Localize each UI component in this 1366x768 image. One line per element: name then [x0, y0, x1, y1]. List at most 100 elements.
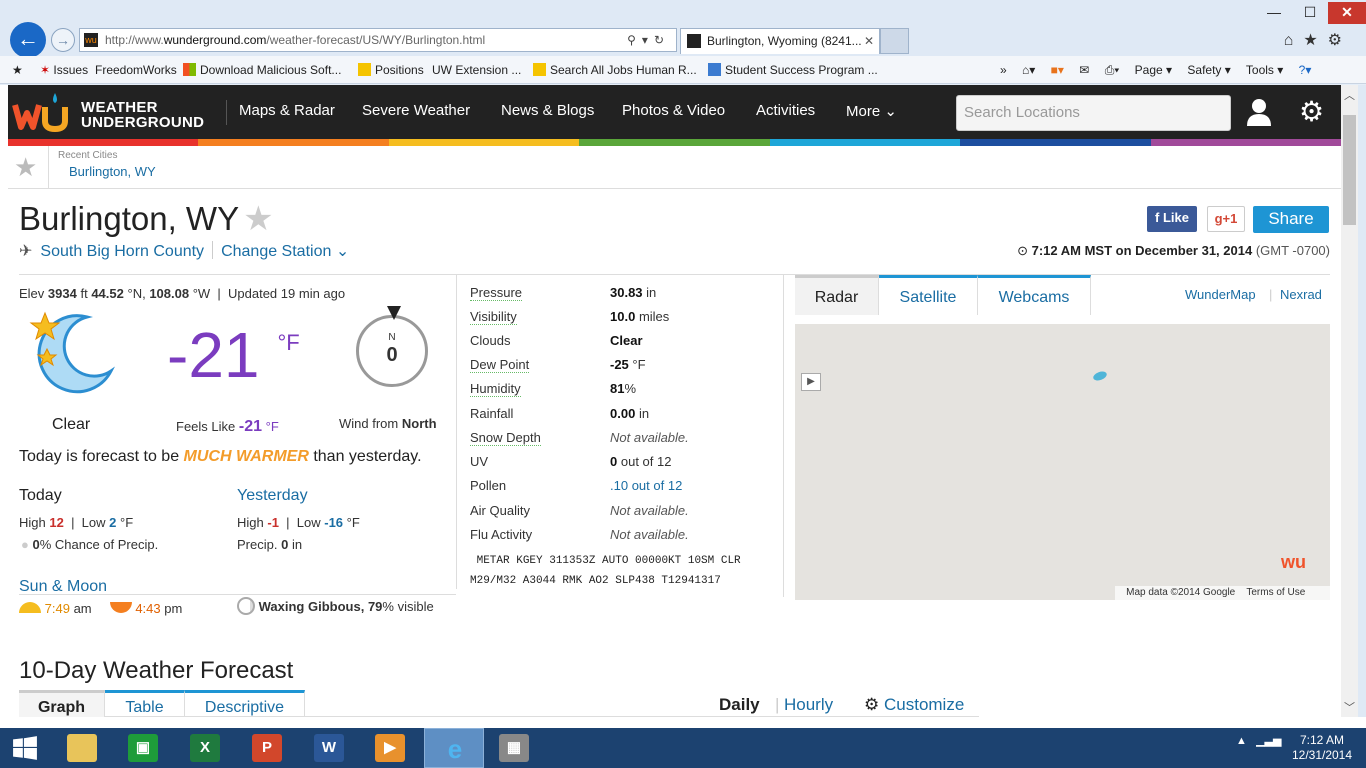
- chevron-right-icon[interactable]: »: [1000, 63, 1007, 77]
- save-location-star-icon[interactable]: ★: [243, 200, 273, 238]
- share-button[interactable]: Share: [1253, 206, 1329, 233]
- url-prefix: http://www.: [105, 33, 164, 47]
- nav-severe-weather[interactable]: Severe Weather: [362, 102, 470, 119]
- internet-explorer-icon[interactable]: e: [424, 728, 484, 768]
- customize-link[interactable]: ⚙ Customize: [864, 695, 964, 715]
- back-button[interactable]: ←: [10, 22, 46, 58]
- yesterday-precip: Precip. 0 in: [237, 537, 303, 552]
- nexrad-link[interactable]: Nexrad: [1280, 287, 1322, 302]
- logo-text[interactable]: WEATHER UNDERGROUND: [81, 100, 204, 130]
- gear-icon[interactable]: ⚙: [1328, 32, 1352, 49]
- url-path: /weather-forecast/US/WY/Burlington.html: [266, 33, 486, 47]
- safety-menu[interactable]: Safety ▾: [1187, 63, 1230, 77]
- stripe-red: [8, 139, 199, 146]
- county-link[interactable]: South Big Horn County: [40, 243, 204, 260]
- settings-gear-icon[interactable]: ⚙: [1299, 97, 1324, 127]
- browser-tools[interactable]: ⌂★⚙: [1284, 30, 1352, 50]
- terms-link[interactable]: Terms of Use: [1246, 587, 1305, 598]
- tools-menu[interactable]: Tools ▾: [1246, 63, 1283, 77]
- favorite-uw-extension[interactable]: UW Extension ...: [432, 56, 521, 84]
- recent-cities-bar: ★ Recent Cities Burlington, WY: [8, 146, 1341, 189]
- close-tab-icon[interactable]: ✕: [864, 29, 874, 53]
- recent-city-link[interactable]: Burlington, WY: [69, 164, 156, 179]
- yesterday-link[interactable]: Yesterday: [237, 487, 308, 505]
- word-icon[interactable]: W: [299, 728, 359, 768]
- favorite-positions[interactable]: Positions: [358, 56, 424, 84]
- color-stripe: [8, 139, 1341, 146]
- print-icon[interactable]: ⎙▾: [1105, 63, 1120, 77]
- station-row: ✈ South Big Horn County Change Station ⌄: [19, 241, 349, 261]
- address-bar[interactable]: wu http://www.wunderground.com/weather-f…: [79, 28, 677, 52]
- map-attribution: Map data ©2014 Google Terms of Use: [1115, 586, 1330, 600]
- google-plus-button[interactable]: g+1: [1207, 206, 1245, 232]
- forward-button[interactable]: →: [51, 28, 75, 52]
- tab-table[interactable]: Table: [105, 690, 185, 717]
- favorite-malicious[interactable]: Download Malicious Soft...: [183, 56, 341, 84]
- favorite-student-success[interactable]: Student Success Program ...: [708, 56, 878, 84]
- clouds-row: Clouds Clear: [470, 333, 643, 348]
- nav-activities[interactable]: Activities: [756, 102, 815, 119]
- windows-start-button[interactable]: [0, 728, 50, 768]
- powerpoint-icon[interactable]: P: [237, 728, 297, 768]
- change-station-link[interactable]: Change Station ⌄: [221, 243, 349, 260]
- metar-text: METAR KGEY 311353Z AUTO 00000KT 10SM CLR…: [470, 555, 741, 587]
- search-input[interactable]: Search Locations: [956, 95, 1231, 131]
- tab-radar[interactable]: Radar: [795, 275, 879, 315]
- tab-favicon: [687, 34, 701, 48]
- column-divider: [456, 275, 457, 589]
- snow-depth-row: Snow Depth Not available.: [470, 430, 689, 446]
- tab-graph[interactable]: Graph: [19, 690, 105, 717]
- close-window-button[interactable]: ✕: [1328, 2, 1366, 24]
- radar-map[interactable]: ▶ wu Map data ©2014 Google Terms of Use: [795, 324, 1330, 600]
- user-icon[interactable]: [1246, 97, 1272, 127]
- nav-photos-video[interactable]: Photos & Video: [622, 102, 725, 119]
- home-icon[interactable]: ⌂▾: [1022, 63, 1035, 77]
- feels-like: Feels Like -21 °F: [176, 418, 279, 435]
- facebook-like-button[interactable]: f Like: [1147, 206, 1197, 232]
- excel-icon[interactable]: X: [175, 728, 235, 768]
- forecast-comparison: Today is forecast to be MUCH WARMER than…: [19, 448, 422, 465]
- vertical-scrollbar[interactable]: ︿ ﹀: [1341, 85, 1358, 717]
- add-favorites-icon[interactable]: ★: [12, 56, 23, 84]
- ten-day-title: 10-Day Weather Forecast: [19, 657, 294, 684]
- tab-webcams[interactable]: Webcams: [978, 275, 1091, 315]
- scroll-thumb[interactable]: [1343, 115, 1356, 225]
- hourly-toggle[interactable]: Hourly: [784, 695, 833, 715]
- help-icon[interactable]: ?▾: [1299, 63, 1312, 77]
- favorite-freedomworks[interactable]: FreedomWorks: [95, 56, 177, 84]
- favorite-search-jobs[interactable]: Search All Jobs: [533, 56, 633, 84]
- store-icon[interactable]: ▣: [113, 728, 173, 768]
- site-favicon: wu: [84, 33, 98, 47]
- nav-more[interactable]: More ⌄: [846, 102, 897, 120]
- nav-news-blogs[interactable]: News & Blogs: [501, 102, 594, 119]
- system-tray[interactable]: ▲ ▁▃▅: [1236, 734, 1281, 747]
- favorites-star-icon[interactable]: ★: [1303, 32, 1327, 49]
- address-controls[interactable]: ⚲▾↻: [627, 29, 670, 51]
- favorite-star-icon[interactable]: ★: [14, 152, 37, 182]
- app-icon[interactable]: ▦: [484, 728, 544, 768]
- new-tab-button[interactable]: [880, 28, 909, 54]
- browser-tab[interactable]: Burlington, Wyoming (8241... ✕: [680, 28, 880, 54]
- tab-descriptive[interactable]: Descriptive: [185, 690, 305, 717]
- file-explorer-icon[interactable]: [52, 728, 112, 768]
- maximize-button[interactable]: ☐: [1289, 2, 1331, 24]
- wu-logo[interactable]: [11, 91, 79, 135]
- wind-compass: N 0: [356, 306, 428, 387]
- taskbar-clock[interactable]: 7:12 AM 12/31/2014: [1287, 733, 1357, 763]
- show-hidden-icon: ▲: [1236, 735, 1247, 747]
- tab-satellite[interactable]: Satellite: [879, 275, 978, 315]
- media-player-icon[interactable]: ▶: [360, 728, 420, 768]
- home-icon[interactable]: ⌂: [1284, 32, 1304, 49]
- pollen-link[interactable]: .10 out of 12: [610, 478, 682, 493]
- chevron-down-icon: ⌄: [335, 243, 350, 260]
- page-menu[interactable]: Page ▾: [1135, 63, 1172, 77]
- nav-maps-radar[interactable]: Maps & Radar: [239, 102, 335, 119]
- favorite-human-r[interactable]: Human R...: [636, 56, 697, 84]
- favorite-issues[interactable]: ✶ Issues: [40, 56, 88, 84]
- rss-icon[interactable]: ■▾: [1051, 63, 1064, 77]
- mail-icon[interactable]: ✉: [1079, 63, 1089, 77]
- daily-toggle[interactable]: Daily: [719, 695, 760, 715]
- play-icon[interactable]: ▶: [801, 373, 821, 391]
- forecast-tabs: Graph Table Descriptive: [19, 690, 979, 717]
- wundermap-link[interactable]: WunderMap: [1185, 287, 1256, 302]
